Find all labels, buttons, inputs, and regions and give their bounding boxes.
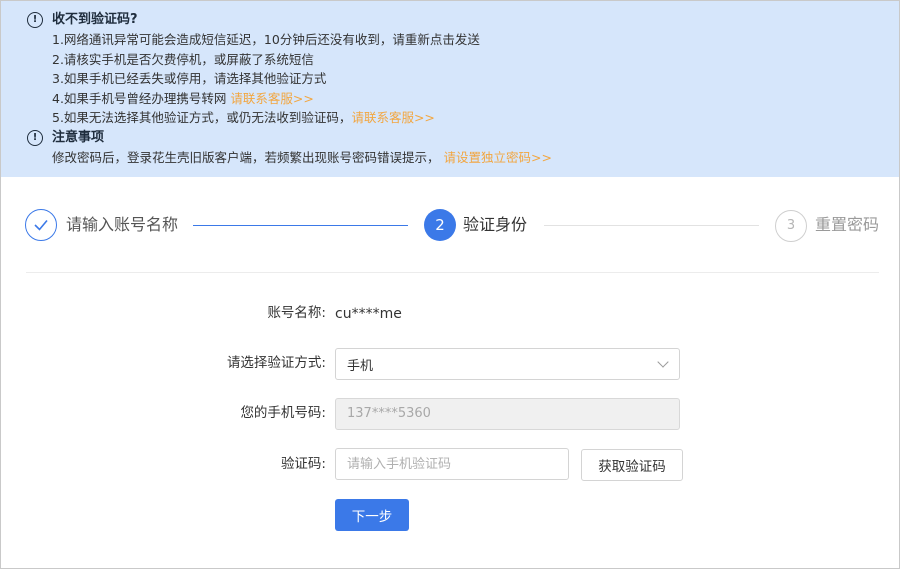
info-icon: ! — [27, 130, 43, 146]
chevron-down-icon — [657, 356, 669, 368]
account-name-value: cu****me — [335, 306, 402, 322]
notice-line-6: 修改密码后，登录花生壳旧版客户端，若频繁出现账号密码错误提示， 请设置独立密码>… — [52, 149, 552, 167]
notice-line-1: 1.网络通讯异常可能会造成短信延迟，10分钟后还没有收到，请重新点击发送 — [52, 31, 480, 49]
section-divider — [26, 272, 879, 273]
notice-banner: ! 收不到验证码? 1.网络通讯异常可能会造成短信延迟，10分钟后还没有收到，请… — [1, 1, 899, 177]
notice-line-3: 3.如果手机已经丢失或停用，请选择其他验证方式 — [52, 70, 326, 88]
notice-title-no-code: 收不到验证码? — [52, 12, 138, 27]
step-connector-todo — [544, 225, 759, 226]
notice-line-text: 1.网络通讯异常可能会造成短信延迟，10分钟后还没有收到，请重新点击发送 — [52, 32, 480, 47]
verify-method-value: 手机 — [347, 359, 374, 374]
notice-title-attention: 注意事项 — [52, 130, 105, 145]
step-connector-done — [193, 225, 408, 226]
step-3-label: 重置密码 — [815, 215, 880, 234]
notice-line-5: 5.如果无法选择其他验证方式，或仍无法收到验证码，请联系客服>> — [52, 109, 435, 127]
get-code-button[interactable]: 获取验证码 — [581, 449, 683, 481]
step-2-label: 验证身份 — [463, 215, 528, 234]
next-step-button[interactable]: 下一步 — [335, 499, 409, 531]
step-1-label: 请输入账号名称 — [66, 215, 179, 234]
step-1-circle — [25, 209, 57, 241]
verify-method-label: 请选择验证方式: — [226, 355, 326, 371]
verification-code-label: 验证码: — [280, 456, 326, 472]
check-icon — [34, 219, 48, 231]
contact-support-link[interactable]: 请联系客服>> — [351, 110, 434, 125]
contact-support-link[interactable]: 请联系客服>> — [230, 91, 313, 106]
notice-line-2: 2.请核实手机是否欠费停机，或屏蔽了系统短信 — [52, 51, 314, 69]
set-independent-password-link[interactable]: 请设置独立密码>> — [444, 150, 552, 165]
phone-number-field: 137****5360 — [335, 398, 680, 430]
notice-line-text: 修改密码后，登录花生壳旧版客户端，若频繁出现账号密码错误提示， — [52, 150, 440, 165]
verification-code-input[interactable] — [335, 448, 569, 480]
account-name-label: 账号名称: — [267, 305, 326, 321]
step-3-circle: 3 — [775, 210, 807, 242]
notice-line-4: 4.如果手机号曾经办理携号转网 请联系客服>> — [52, 90, 314, 108]
notice-line-text: 2.请核实手机是否欠费停机，或屏蔽了系统短信 — [52, 52, 314, 67]
phone-number-label: 您的手机号码: — [240, 405, 326, 421]
info-icon: ! — [27, 12, 43, 28]
notice-line-text: 3.如果手机已经丢失或停用，请选择其他验证方式 — [52, 71, 327, 86]
verify-method-select[interactable]: 手机 — [335, 348, 680, 380]
notice-line-text: 5.如果无法选择其他验证方式，或仍无法收到验证码， — [52, 110, 352, 125]
step-2-circle: 2 — [424, 209, 456, 241]
notice-line-text: 4.如果手机号曾经办理携号转网 — [52, 91, 227, 106]
